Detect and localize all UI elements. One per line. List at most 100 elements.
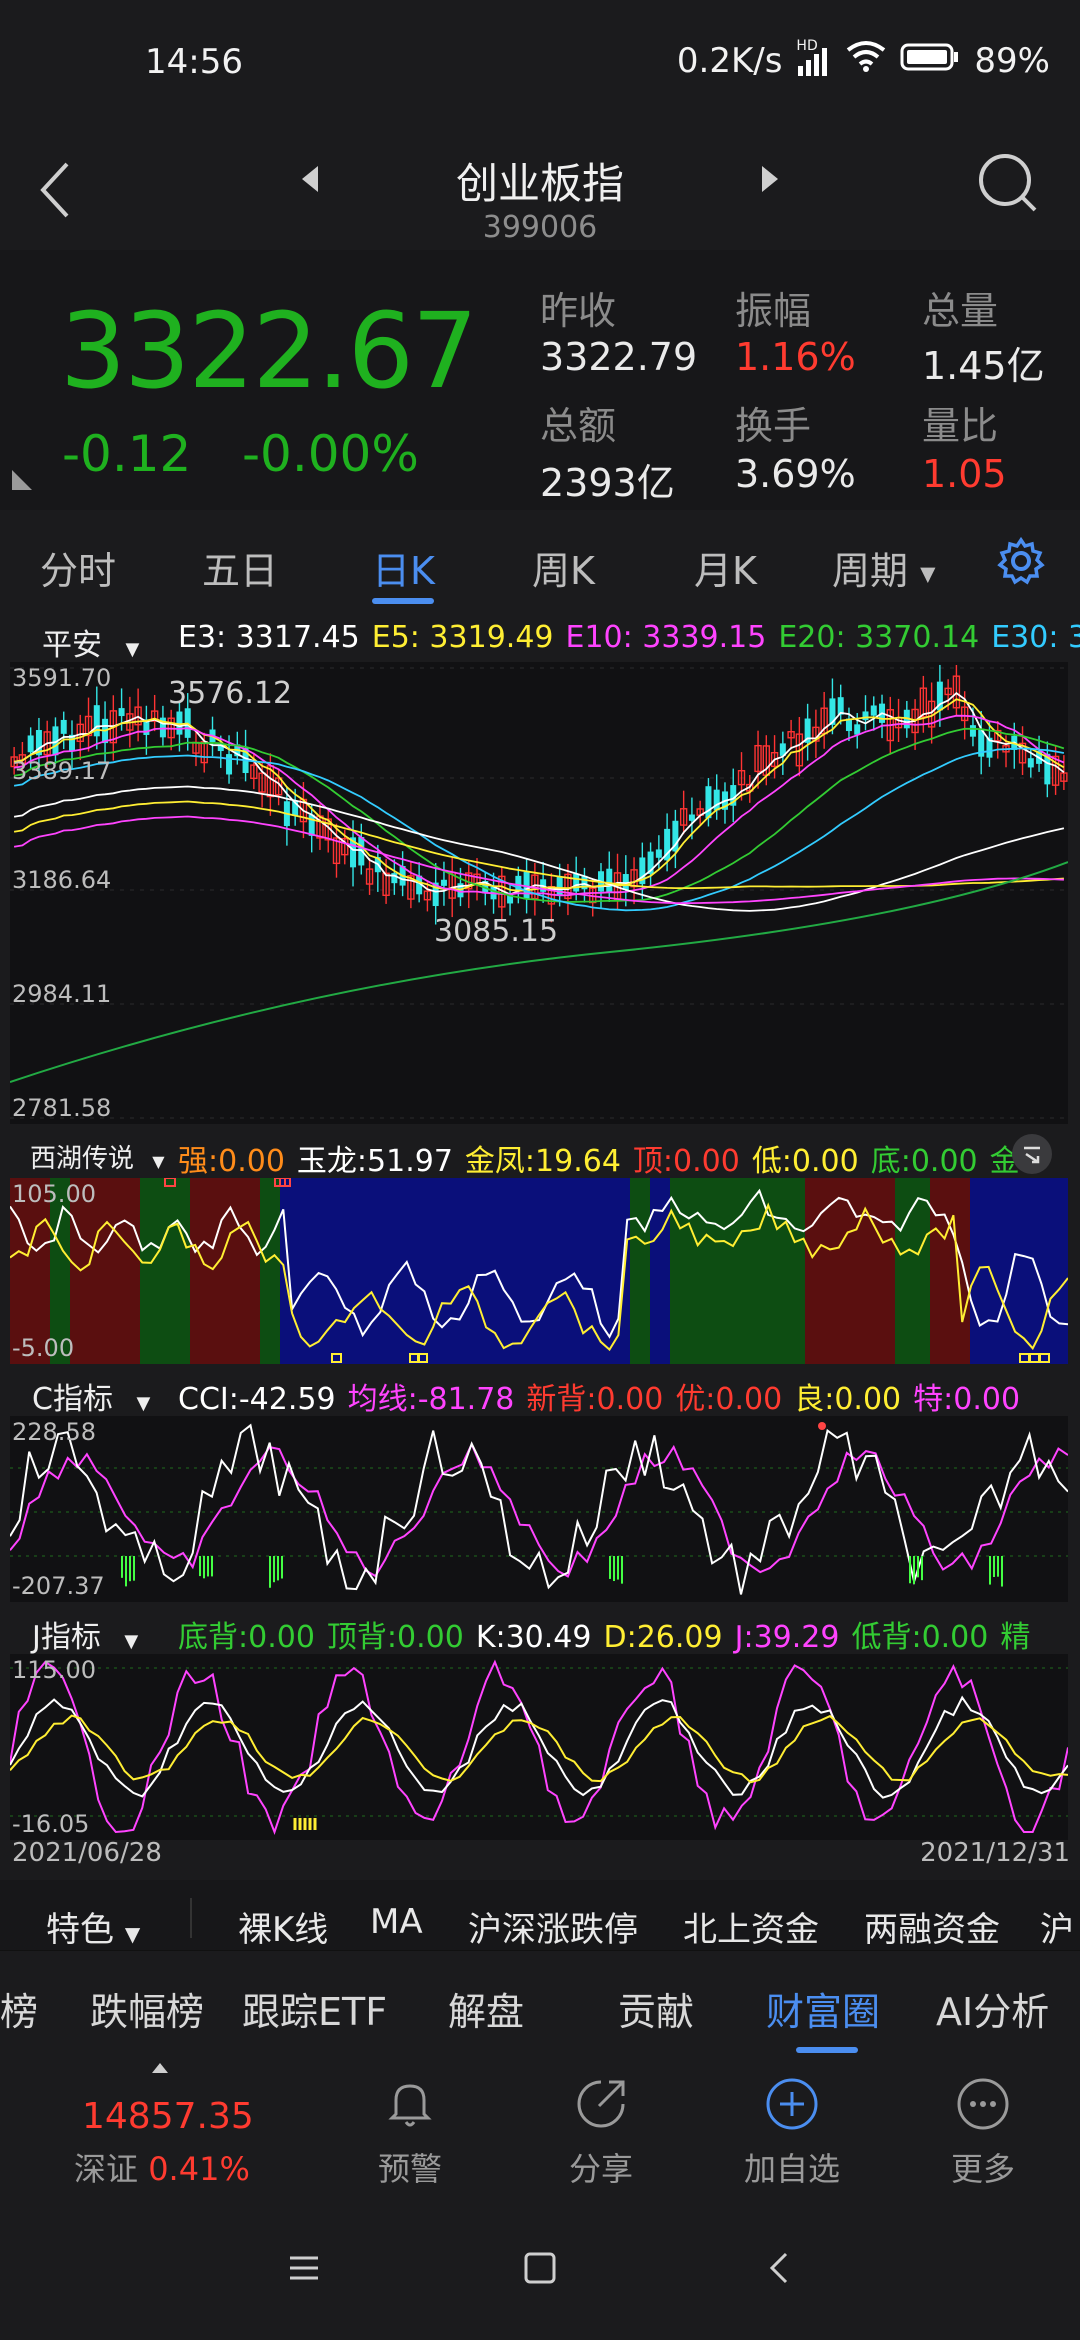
- caret-right-icon: [762, 166, 778, 192]
- tab-rank[interactable]: 榜: [0, 1981, 38, 2036]
- signal-block: [190, 1178, 260, 1364]
- candle-body: [854, 724, 861, 735]
- selector-label: 平安: [42, 628, 102, 663]
- cci-selector[interactable]: C指标 ▼: [32, 1374, 150, 1418]
- signal-dot: [818, 1422, 826, 1430]
- tab-five-day[interactable]: 五日: [202, 540, 278, 595]
- candle-body: [870, 705, 877, 716]
- footer-index-value[interactable]: 14857.35: [82, 2096, 254, 2137]
- legend-item: 均线:-81.78: [348, 1382, 515, 1417]
- legend-value: 0.00: [953, 1382, 1021, 1417]
- alert-label: 预警: [377, 2150, 442, 2188]
- tab-weekly-k[interactable]: 周K: [532, 540, 595, 595]
- xihu-values: 强:0.00 玉龙:51.97 金凤:19.64 顶:0.00 低:0.00 底:0.00…: [178, 1136, 1032, 1180]
- tab-period-dropdown[interactable]: 周期 ▼: [832, 540, 936, 595]
- candle-body: [655, 849, 662, 858]
- candle-body: [308, 814, 315, 836]
- legend-label: 顶:: [632, 1144, 674, 1179]
- xihu-selector[interactable]: 西湖传说 ▼: [30, 1138, 165, 1175]
- feature-limit-updown[interactable]: 沪深涨跌停: [468, 1902, 638, 1951]
- legend-label: 低:: [751, 1144, 792, 1179]
- tab-contribution[interactable]: 贡献: [618, 1981, 694, 2036]
- feature-more[interactable]: 沪: [1040, 1902, 1074, 1951]
- period-label: 周期: [832, 549, 909, 593]
- main-indicator-selector[interactable]: 平安 ▼: [42, 620, 139, 664]
- stat-value: 3.69%: [735, 452, 856, 496]
- legend-label: K:: [475, 1620, 506, 1655]
- add-circle-icon: [766, 2078, 818, 2130]
- collapse-button[interactable]: [1012, 1134, 1052, 1174]
- search-button[interactable]: [975, 150, 1041, 220]
- expand-corner-icon[interactable]: [10, 468, 34, 496]
- main-legend: 平安 ▼ E3: 3317.45 E5: 3319.49 E10: 3339.15 E…: [0, 612, 1080, 664]
- kline-chart[interactable]: 3591.70 3389.17 3186.64 2984.11 2781.58 …: [9, 662, 1069, 1124]
- candle-body: [226, 754, 233, 775]
- alert-button[interactable]: 预警: [330, 2074, 490, 2190]
- signal-block: [670, 1178, 805, 1364]
- stat-label: 量比: [922, 404, 999, 448]
- legend-item: E3: 3317.45: [178, 620, 360, 655]
- tab-decline-rank[interactable]: 跌幅榜: [90, 1981, 204, 2036]
- y-label: 3389.17: [12, 757, 112, 785]
- legend-label: 优:: [675, 1382, 716, 1417]
- quote-panel: 3322.67 -0.12 -0.00% 昨收 3322.79 振幅 1.16%…: [0, 250, 1080, 510]
- legend-label: 良:: [794, 1382, 835, 1417]
- ma-values: E3: 3317.45 E5: 3319.49 E10: 3339.15 E20: 3…: [178, 620, 1080, 655]
- legend-label: 底背:: [178, 1620, 249, 1655]
- j-chart[interactable]: 115.00 -16.05: [9, 1654, 1069, 1840]
- feature-northbound[interactable]: 北上资金: [683, 1902, 819, 1951]
- feature-naked-k[interactable]: 裸K线: [238, 1902, 328, 1951]
- index-expand-icon[interactable]: [150, 2060, 170, 2079]
- system-back-button[interactable]: [762, 2250, 798, 2290]
- legend-value: 26.09: [636, 1620, 723, 1655]
- signal-block: [970, 1178, 1068, 1364]
- feature-ma[interactable]: MA: [370, 1902, 423, 1942]
- signal-block: [140, 1178, 190, 1364]
- cci-chart[interactable]: 228.58 -207.37: [9, 1416, 1069, 1602]
- more-button[interactable]: 更多: [903, 2074, 1063, 2190]
- stat-value: 1.16%: [735, 335, 856, 379]
- tab-analysis[interactable]: 解盘: [448, 1981, 524, 2036]
- share-button[interactable]: 分享: [521, 2074, 681, 2190]
- header: 创业板指 399006: [0, 120, 1080, 250]
- cci-values: CCI:-42.59 均线:-81.78 新背:0.00 优:0.00 良:0.00 特:…: [178, 1374, 1032, 1418]
- settings-button[interactable]: [996, 536, 1046, 590]
- candle-body: [440, 879, 447, 886]
- next-stock-button[interactable]: [758, 164, 782, 198]
- tab-ai-analysis[interactable]: AI分析: [936, 1981, 1049, 2036]
- signal-icon: HD: [796, 38, 832, 78]
- hd-label: HD: [796, 37, 818, 54]
- stat-label: 总量: [922, 289, 999, 333]
- footer-index-line[interactable]: 深证 0.41%: [74, 2144, 250, 2190]
- stat-value: 2393亿: [540, 461, 675, 505]
- cci-canvas: [9, 1422, 1069, 1595]
- legend-label: D:: [603, 1620, 637, 1655]
- special-label: 特色: [46, 1910, 114, 1950]
- tab-intraday[interactable]: 分时: [40, 540, 116, 595]
- y-label-bottom: 2781.58: [12, 1094, 112, 1122]
- tab-etf[interactable]: 跟踪ETF: [242, 1981, 387, 2036]
- home-button[interactable]: [522, 2250, 558, 2290]
- tab-monthly-k[interactable]: 月K: [694, 540, 757, 595]
- legend-value: 0.00: [921, 1620, 989, 1655]
- menu-button[interactable]: [286, 2250, 322, 2290]
- y-label: 2984.11: [12, 980, 112, 1008]
- j-selector[interactable]: J指标 ▼: [32, 1612, 138, 1656]
- stat-value: 1.45亿: [922, 344, 1045, 388]
- add-watchlist-button[interactable]: 加自选: [712, 2074, 872, 2190]
- legend-item: 底:0.00: [871, 1144, 978, 1179]
- tab-wealth-circle[interactable]: 财富圈: [766, 1981, 880, 2036]
- high-annotation: 3576.12: [168, 676, 293, 711]
- selector-label: C指标: [32, 1382, 113, 1417]
- legend-item: CCI:-42.59: [178, 1382, 336, 1417]
- collapse-icon: [1024, 1146, 1040, 1164]
- xihu-chart[interactable]: 105.00 -5.00: [9, 1177, 1069, 1364]
- legend-item: D:26.09: [603, 1620, 722, 1655]
- legend-label: 特:: [913, 1382, 954, 1417]
- tab-daily-k[interactable]: 日K: [372, 540, 435, 595]
- y-label-top: 105.00: [12, 1180, 96, 1208]
- feature-margin[interactable]: 两融资金: [864, 1902, 1000, 1951]
- legend-item: 低:0.00: [752, 1144, 859, 1179]
- special-dropdown[interactable]: 特色 ▼: [46, 1902, 140, 1951]
- legend-label: 玉龙:: [296, 1144, 368, 1179]
